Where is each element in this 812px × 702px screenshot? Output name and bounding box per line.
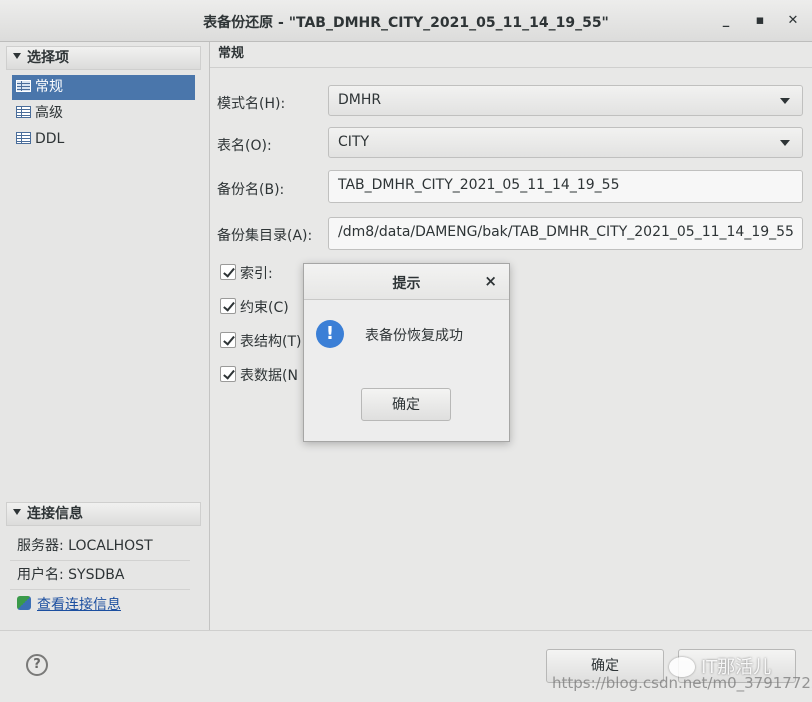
connection-header-label: 连接信息 [27, 506, 83, 522]
section-title: 常规 [210, 42, 812, 68]
dialog-ok-button[interactable]: 确定 [361, 388, 451, 421]
table-icon [16, 132, 31, 144]
sidebar-item-label: 常规 [35, 79, 63, 95]
checkbox-label: 表结构(T) [240, 334, 302, 350]
sidebar-item-ddl[interactable]: DDL [12, 127, 195, 152]
structure-checkbox[interactable]: 表结构(T) [220, 332, 301, 352]
help-icon[interactable]: ? [26, 654, 48, 676]
options-header-label: 选择项 [27, 50, 69, 66]
main-panel: 常规 模式名(H): DMHR 表名(O): CITY 备份名(B): TAB_… [210, 42, 812, 630]
connection-section-header[interactable]: 连接信息 [6, 502, 201, 526]
view-connection-link[interactable]: 查看连接信息 [37, 597, 121, 613]
checkbox-checked-icon [220, 366, 236, 382]
schema-value: DMHR [338, 92, 382, 108]
backup-name-field[interactable]: TAB_DMHR_CITY_2021_05_11_14_19_55 [328, 170, 803, 203]
schema-select[interactable]: DMHR [328, 85, 803, 116]
view-connection-row: 查看连接信息 [10, 590, 190, 620]
checkbox-checked-icon [220, 298, 236, 314]
sidebar-item-advanced[interactable]: 高级 [12, 101, 195, 126]
chevron-down-icon [780, 140, 790, 146]
dialog-close-icon[interactable]: × [484, 272, 497, 290]
options-section-header[interactable]: 选择项 [6, 46, 201, 70]
message-dialog: 提示 × ! 表备份恢复成功 确定 [303, 263, 510, 442]
window-title: 表备份还原 - "TAB_DMHR_CITY_2021_05_11_14_19_… [203, 15, 609, 31]
table-icon [16, 106, 31, 118]
server-info: 服务器: LOCALHOST [10, 531, 190, 561]
checkbox-label: 约束(C) [240, 300, 289, 316]
maximize-button[interactable]: ▪ [750, 11, 770, 31]
sidebar-item-general[interactable]: 常规 [12, 75, 195, 100]
table-label: 表名(O): [217, 138, 272, 154]
table-value: CITY [338, 134, 370, 150]
dialog-title: 提示 [392, 276, 421, 292]
checkbox-label: 表数据(N [240, 368, 298, 384]
watermark-url: https://blog.csdn.net/m0_37917722 [552, 674, 812, 692]
constraint-checkbox[interactable]: 约束(C) [220, 298, 289, 318]
minimize-button[interactable]: _ [716, 11, 736, 31]
connection-icon [17, 596, 31, 610]
data-checkbox[interactable]: 表数据(N [220, 366, 298, 386]
schema-label: 模式名(H): [217, 96, 286, 112]
chevron-down-icon [780, 98, 790, 104]
sidebar-item-label: 高级 [35, 105, 63, 121]
dialog-header: 提示 × [304, 264, 509, 300]
info-icon: ! [316, 320, 344, 348]
close-button[interactable]: ✕ [783, 11, 803, 31]
checkbox-checked-icon [220, 332, 236, 348]
sidebar: 选择项 常规 高级 DDL 连接信息 服务器: LOCALHOST 用户名: S… [0, 42, 210, 630]
checkbox-checked-icon [220, 264, 236, 280]
sidebar-item-label: DDL [35, 131, 65, 147]
index-checkbox[interactable]: 索引: [220, 264, 273, 284]
table-icon [16, 80, 31, 92]
collapse-triangle-icon [13, 53, 21, 59]
user-info: 用户名: SYSDBA [10, 560, 190, 590]
table-select[interactable]: CITY [328, 127, 803, 158]
checkbox-label: 索引: [240, 266, 273, 282]
backup-name-label: 备份名(B): [217, 182, 285, 198]
title-bar: 表备份还原 - "TAB_DMHR_CITY_2021_05_11_14_19_… [0, 0, 812, 42]
dialog-message: 表备份恢复成功 [365, 328, 463, 344]
backup-dir-field[interactable]: /dm8/data/DAMENG/bak/TAB_DMHR_CITY_2021_… [328, 217, 803, 250]
backup-dir-label: 备份集目录(A): [217, 228, 313, 244]
collapse-triangle-icon [13, 509, 21, 515]
